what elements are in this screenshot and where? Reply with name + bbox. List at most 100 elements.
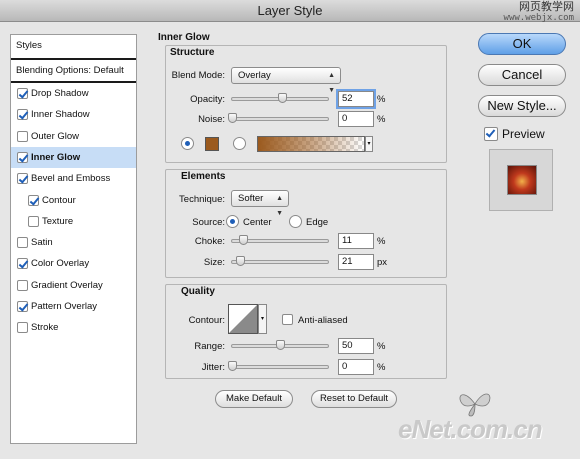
styles-list-panel: Styles Blending Options: Default Drop Sh… <box>10 34 137 444</box>
new-style-button[interactable]: New Style... <box>478 95 566 117</box>
style-item-checkbox[interactable] <box>17 258 28 270</box>
preview-checkbox[interactable] <box>484 127 498 141</box>
jitter-slider-thumb[interactable] <box>228 361 237 371</box>
jitter-input[interactable]: 0 <box>338 359 374 375</box>
opacity-unit: % <box>377 94 386 105</box>
blend-mode-select[interactable]: Overlay ▲ ▼ <box>231 67 341 94</box>
style-item-inner-glow[interactable]: Inner Glow <box>11 146 136 168</box>
anti-aliased-label: Anti-aliased <box>298 315 348 326</box>
cancel-button[interactable]: Cancel <box>478 64 566 86</box>
contour-dropdown-icon[interactable]: ▾ <box>258 304 267 334</box>
choke-label: Choke: <box>194 236 225 247</box>
style-item-checkbox[interactable] <box>17 301 28 312</box>
style-item-contour[interactable]: Contour <box>11 190 136 211</box>
noise-slider-thumb[interactable] <box>228 113 237 123</box>
ok-button[interactable]: OK <box>478 33 566 55</box>
style-item-label: Bevel and Emboss <box>31 173 111 185</box>
style-item-label: Inner Shadow <box>31 109 90 121</box>
opacity-slider[interactable] <box>231 93 329 103</box>
technique-value: Softer <box>238 193 264 204</box>
style-item-label: Pattern Overlay <box>31 301 97 312</box>
jitter-unit: % <box>377 362 386 373</box>
style-item-texture[interactable]: Texture <box>11 211 136 232</box>
size-slider-thumb[interactable] <box>236 256 246 266</box>
styles-header-label: Styles <box>16 40 42 51</box>
choke-slider[interactable] <box>231 235 329 245</box>
jitter-slider[interactable] <box>228 361 329 371</box>
style-item-checkbox[interactable] <box>17 173 28 185</box>
source-edge-radio[interactable] <box>289 215 302 228</box>
elements-title: Elements <box>181 171 226 182</box>
choke-input[interactable]: 11 <box>338 233 374 249</box>
style-item-color-overlay[interactable]: Color Overlay <box>11 253 136 274</box>
glow-color-radio[interactable] <box>181 137 194 150</box>
style-item-label: Satin <box>31 237 53 249</box>
source-center-radio[interactable] <box>226 215 239 228</box>
opacity-input[interactable]: 52 <box>338 91 374 107</box>
structure-title: Structure <box>170 47 215 58</box>
range-input[interactable]: 50 <box>338 338 374 354</box>
style-item-label: Stroke <box>31 322 59 334</box>
style-item-checkbox[interactable] <box>17 237 28 249</box>
glow-color-swatch[interactable] <box>205 137 219 151</box>
source-center-label: Center <box>243 217 272 228</box>
enet-watermark-logo: eNet.com.cn <box>398 414 543 444</box>
select-arrows-icon: ▲ ▼ <box>276 195 283 217</box>
noise-input[interactable]: 0 <box>338 111 374 127</box>
watermark-top: 网页教学网 www.webjx.com <box>504 2 574 24</box>
opacity-label: Opacity: <box>190 94 225 105</box>
choke-unit: % <box>377 236 386 247</box>
style-item-checkbox[interactable] <box>17 109 28 121</box>
style-item-checkbox[interactable] <box>17 130 28 142</box>
style-item-checkbox[interactable] <box>17 279 28 291</box>
quality-title: Quality <box>181 286 215 297</box>
source-label: Source: <box>192 217 225 228</box>
range-slider[interactable] <box>231 340 329 350</box>
style-preview-box <box>489 149 553 211</box>
gradient-dropdown-icon[interactable]: ▾ <box>365 136 373 152</box>
style-item-drop-shadow[interactable]: Drop Shadow <box>11 83 136 104</box>
style-item-inner-shadow[interactable]: Inner Shadow <box>11 104 136 125</box>
style-item-checkbox[interactable] <box>17 88 28 99</box>
opacity-slider-thumb[interactable] <box>277 93 287 103</box>
noise-unit: % <box>377 114 386 125</box>
style-item-pattern-overlay[interactable]: Pattern Overlay <box>11 296 136 317</box>
watermark-url-text: www.webjx.com <box>503 13 574 23</box>
size-slider[interactable] <box>231 256 329 266</box>
styles-list-header[interactable]: Styles <box>11 35 136 56</box>
glow-gradient-preview[interactable] <box>257 136 365 152</box>
contour-preview[interactable] <box>228 304 258 334</box>
noise-label: Noise: <box>198 114 225 125</box>
window-title: Layer Style <box>257 3 323 18</box>
style-item-checkbox[interactable] <box>17 151 28 163</box>
style-item-satin[interactable]: Satin <box>11 232 136 253</box>
inner-glow-title: Inner Glow <box>158 32 210 43</box>
style-item-checkbox[interactable] <box>17 322 28 334</box>
style-item-outer-glow[interactable]: Outer Glow <box>11 126 136 147</box>
size-label: Size: <box>203 257 225 268</box>
glow-gradient-radio[interactable] <box>233 137 246 150</box>
technique-select[interactable]: Softer ▲ ▼ <box>231 190 289 217</box>
style-item-checkbox[interactable] <box>28 215 39 227</box>
style-item-bevel-and-emboss[interactable]: Bevel and Emboss <box>11 168 136 189</box>
anti-aliased-checkbox[interactable] <box>282 314 293 325</box>
blending-options-item[interactable]: Blending Options: Default <box>11 60 136 81</box>
style-item-label: Color Overlay <box>31 258 90 270</box>
size-unit: px <box>377 257 388 268</box>
style-item-gradient-overlay[interactable]: Gradient Overlay <box>11 275 136 296</box>
noise-slider[interactable] <box>228 113 329 123</box>
window-titlebar: Layer Style <box>0 0 580 22</box>
style-item-label: Gradient Overlay <box>31 279 103 291</box>
style-item-checkbox[interactable] <box>28 194 39 206</box>
contour-label: Contour: <box>188 315 225 326</box>
style-item-stroke[interactable]: Stroke <box>11 317 136 338</box>
make-default-button[interactable]: Make Default <box>215 390 293 408</box>
select-arrows-icon: ▲ ▼ <box>328 72 335 94</box>
size-input[interactable]: 21 <box>338 254 374 270</box>
choke-slider-thumb[interactable] <box>238 235 248 245</box>
style-item-label: Contour <box>42 194 76 206</box>
style-item-label: Drop Shadow <box>31 88 89 99</box>
range-slider-thumb[interactable] <box>276 340 285 350</box>
preview-label: Preview <box>502 127 545 141</box>
reset-to-default-button[interactable]: Reset to Default <box>311 390 397 408</box>
